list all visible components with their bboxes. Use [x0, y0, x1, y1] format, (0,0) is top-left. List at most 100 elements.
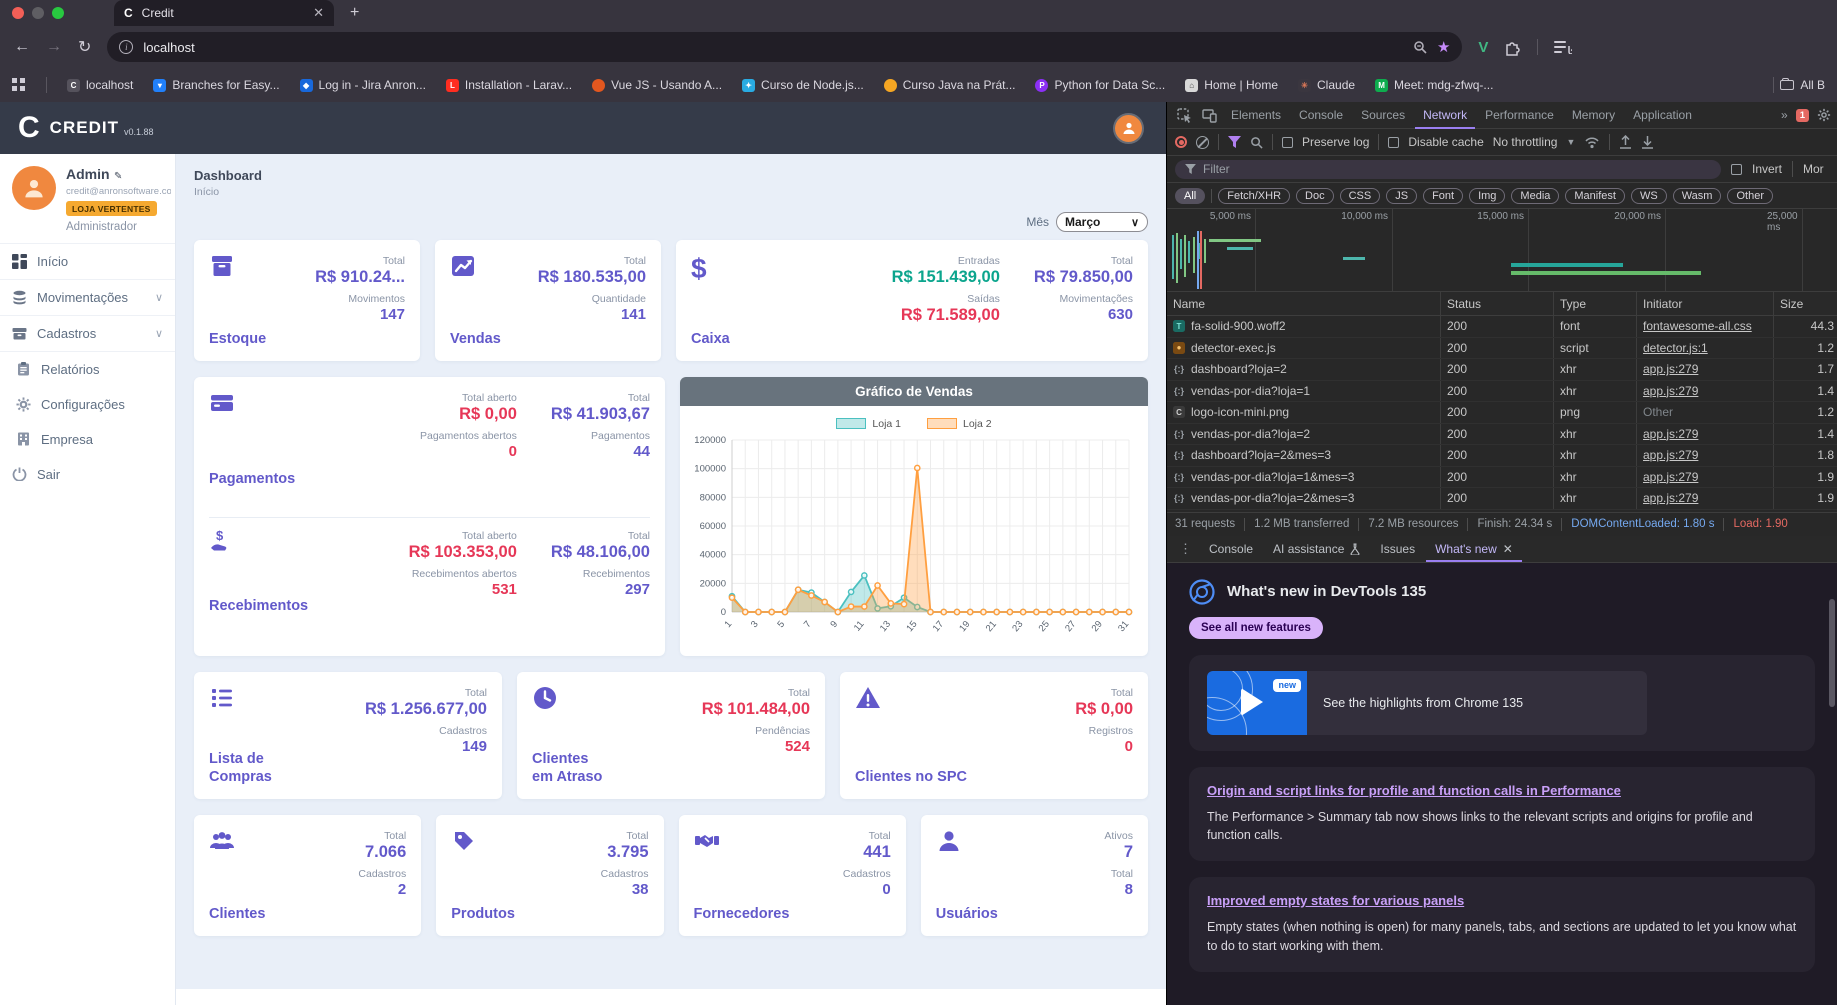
back-icon[interactable]: ←: [14, 38, 30, 56]
see-all-features-button[interactable]: See all new features: [1189, 616, 1323, 639]
all-bookmarks-button[interactable]: All B: [1773, 77, 1825, 93]
tab-elements[interactable]: Elements: [1223, 102, 1289, 129]
error-count-badge[interactable]: 1: [1795, 108, 1809, 122]
month-select[interactable]: Março ∨: [1056, 212, 1148, 232]
record-icon[interactable]: [1175, 136, 1187, 148]
filter-funnel-icon[interactable]: [1228, 136, 1241, 148]
scrollbar-thumb[interactable]: [1829, 598, 1835, 707]
throttling-select[interactable]: No throttling: [1493, 135, 1558, 149]
video-thumbnail[interactable]: new: [1207, 670, 1307, 735]
bookmark-item[interactable]: Clocalhost: [67, 78, 133, 92]
close-window-button[interactable]: [12, 7, 24, 19]
video-caption[interactable]: See the highlights from Chrome 135: [1307, 670, 1647, 735]
window-controls[interactable]: [12, 7, 64, 19]
network-row[interactable]: {:} dashboard?loja=2 200 xhr app.js:279 1…: [1167, 359, 1837, 381]
drawer-tab-issues[interactable]: Issues: [1371, 535, 1424, 562]
column-size[interactable]: Size: [1774, 292, 1837, 315]
preserve-log-checkbox[interactable]: [1282, 136, 1293, 148]
extensions-icon[interactable]: [1504, 39, 1521, 56]
sidebar-item-inicio[interactable]: Início: [0, 244, 175, 279]
more-filters-label[interactable]: Mor: [1803, 162, 1829, 176]
bookmark-item[interactable]: Vue JS - Usando A...: [592, 78, 722, 92]
network-row[interactable]: {:} vendas-por-dia?loja=1&mes=3 200 xhr a…: [1167, 466, 1837, 488]
feature-link[interactable]: Origin and script links for profile and …: [1207, 783, 1621, 798]
tab-network[interactable]: Network: [1415, 102, 1475, 129]
tab-sources[interactable]: Sources: [1353, 102, 1413, 129]
clear-icon[interactable]: [1196, 135, 1209, 149]
initiator-link[interactable]: app.js:279: [1643, 470, 1698, 484]
bookmark-item[interactable]: ◆ Log in - Jira Anron...: [299, 78, 426, 92]
network-row[interactable]: {:} vendas-por-dia?loja=2&mes=3 200 xhr a…: [1167, 488, 1837, 510]
network-conditions-icon[interactable]: [1584, 136, 1600, 149]
chip-media[interactable]: Media: [1511, 187, 1560, 204]
maximize-window-button[interactable]: [52, 7, 64, 19]
column-status[interactable]: Status: [1441, 292, 1554, 315]
chip-font[interactable]: Font: [1423, 187, 1464, 204]
chip-manifest[interactable]: Manifest: [1565, 187, 1625, 204]
initiator-link[interactable]: detector.js:1: [1643, 341, 1708, 355]
drawer-tab-ai-assistance[interactable]: AI assistance: [1264, 535, 1369, 562]
export-har-icon[interactable]: [1641, 135, 1654, 149]
vue-devtools-icon[interactable]: V: [1478, 39, 1488, 56]
avatar[interactable]: [12, 166, 56, 210]
address-bar[interactable]: i localhost ★: [107, 32, 1463, 62]
initiator-link[interactable]: app.js:279: [1643, 448, 1698, 462]
new-tab-button[interactable]: +: [350, 4, 359, 22]
network-row[interactable]: {:} vendas-por-dia?loja=1 200 xhr app.js:…: [1167, 380, 1837, 402]
chip-wasm[interactable]: Wasm: [1672, 187, 1722, 204]
disable-cache-label[interactable]: Disable cache: [1408, 135, 1483, 149]
filter-input[interactable]: Filter: [1175, 159, 1721, 179]
forward-icon[interactable]: →: [46, 38, 62, 56]
chip-ws[interactable]: WS: [1630, 187, 1667, 204]
legend-item[interactable]: Loja 1: [836, 418, 901, 430]
sidebar-item-configuracoes[interactable]: Configurações: [0, 387, 175, 422]
tab-close-icon[interactable]: ✕: [313, 5, 324, 21]
invert-label[interactable]: Invert: [1752, 162, 1782, 176]
invert-checkbox[interactable]: [1730, 163, 1742, 175]
chip-js[interactable]: JS: [1386, 187, 1418, 204]
sidebar-item-cadastros[interactable]: Cadastros ∨: [0, 316, 175, 351]
drawer-tab-console[interactable]: Console: [1200, 535, 1262, 562]
initiator-link[interactable]: app.js:279: [1643, 491, 1698, 505]
initiator-link[interactable]: fontawesome-all.css: [1643, 319, 1752, 333]
header-avatar[interactable]: [1115, 114, 1142, 142]
bookmark-item[interactable]: L Installation - Larav...: [445, 78, 572, 92]
close-icon[interactable]: ✕: [1503, 542, 1513, 556]
bookmark-item[interactable]: ✳ Claude: [1298, 78, 1355, 92]
drawer-tab-whats-new[interactable]: What's new ✕: [1426, 535, 1522, 562]
minimize-window-button[interactable]: [32, 7, 44, 19]
sidebar-item-sair[interactable]: Sair: [0, 457, 175, 492]
chip-all[interactable]: All: [1175, 187, 1206, 204]
search-icon[interactable]: [1413, 40, 1427, 54]
network-row[interactable]: {:} dashboard?loja=2&mes=3 200 xhr app.js…: [1167, 445, 1837, 467]
device-toolbar-icon[interactable]: [1202, 108, 1217, 123]
column-initiator[interactable]: Initiator: [1637, 292, 1774, 315]
devtools-settings-icon[interactable]: [1817, 108, 1831, 122]
play-icon[interactable]: [1241, 687, 1263, 716]
bookmark-item[interactable]: Curso Java na Prát...: [883, 78, 1015, 92]
apps-grid-icon[interactable]: [12, 78, 26, 92]
chip-css[interactable]: CSS: [1339, 187, 1381, 204]
tab-performance[interactable]: Performance: [1477, 102, 1562, 129]
bookmark-item[interactable]: ✦ Curso de Node.js...: [742, 78, 864, 92]
bookmark-star-icon[interactable]: ★: [1437, 38, 1450, 56]
chip-doc[interactable]: Doc: [1296, 187, 1334, 204]
bookmark-item[interactable]: P Python for Data Sc...: [1035, 78, 1165, 92]
initiator-link[interactable]: app.js:279: [1643, 427, 1698, 441]
chip-other[interactable]: Other: [1727, 187, 1773, 204]
sidebar-item-movimentacoes[interactable]: Movimentações ∨: [0, 280, 175, 315]
sidebar-item-relatorios[interactable]: Relatórios: [0, 352, 175, 387]
network-row[interactable]: {:} vendas-por-dia?loja=2 200 xhr app.js:…: [1167, 423, 1837, 445]
more-tabs-icon[interactable]: »: [1781, 108, 1788, 122]
edit-profile-icon[interactable]: ✎: [114, 171, 122, 182]
tab-list-icon[interactable]: [1554, 40, 1573, 54]
search-icon[interactable]: [1250, 136, 1263, 149]
tab-application[interactable]: Application: [1625, 102, 1700, 129]
bookmark-item[interactable]: ▾ Branches for Easy...: [153, 78, 280, 92]
legend-item[interactable]: Loja 2: [927, 418, 992, 430]
bookmark-item[interactable]: ⌂ Home | Home: [1185, 78, 1278, 92]
column-name[interactable]: Name: [1167, 292, 1441, 315]
bookmark-item[interactable]: M Meet: mdg-zfwq-...: [1375, 78, 1493, 92]
initiator-link[interactable]: app.js:279: [1643, 362, 1698, 376]
disable-cache-checkbox[interactable]: [1388, 136, 1400, 148]
